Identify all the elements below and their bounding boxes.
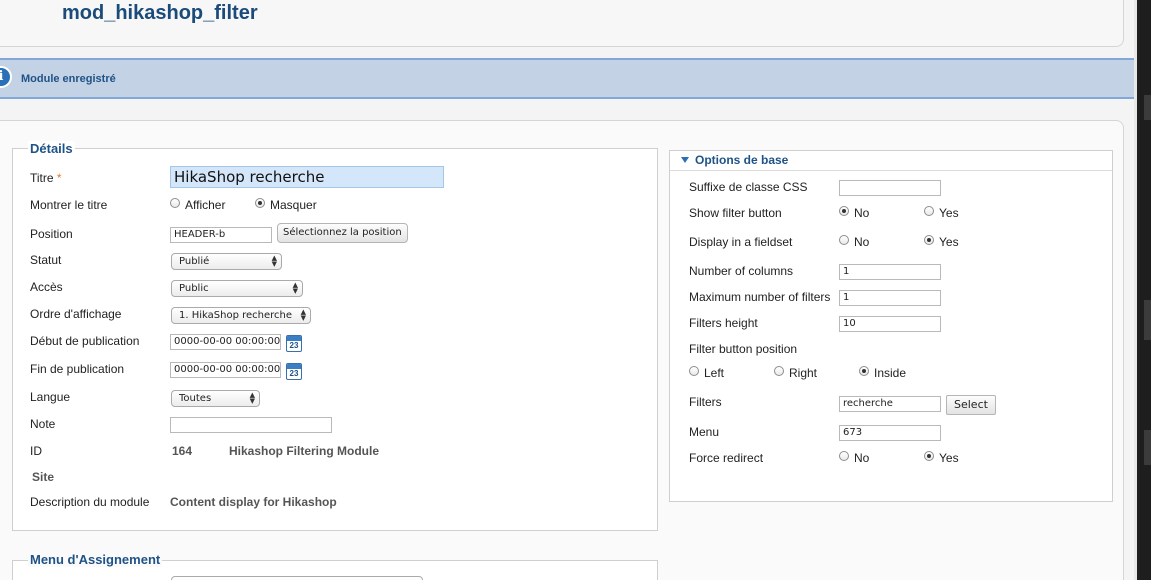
assignment-legend: Menu d'Assignement bbox=[28, 552, 163, 567]
page: mod_hikashop_filter i Module enregistré … bbox=[0, 0, 1151, 580]
info-icon: i bbox=[0, 66, 12, 88]
basic-options-title[interactable]: Options de base bbox=[695, 152, 788, 168]
position-right-radio[interactable] bbox=[774, 366, 784, 376]
description-label: Description du module bbox=[30, 495, 150, 509]
display-fieldset-label: Display in a fieldset bbox=[689, 235, 793, 249]
publish-start-label: Début de publication bbox=[30, 334, 140, 348]
language-select[interactable]: Toutes ▲ ▼ bbox=[171, 390, 260, 407]
title-label: Titre * bbox=[30, 171, 62, 185]
show-title-option-afficher: Afficher bbox=[185, 198, 226, 212]
select-arrows-icon: ▲ ▼ bbox=[271, 254, 277, 268]
filter-button-position-label: Filter button position bbox=[689, 342, 798, 356]
force-redirect-yes-radio[interactable] bbox=[924, 451, 934, 461]
order-label: Ordre d'affichage bbox=[30, 307, 122, 321]
assignment-select[interactable] bbox=[171, 576, 423, 580]
details-legend: Détails bbox=[28, 141, 75, 156]
note-input[interactable] bbox=[170, 417, 332, 433]
show-filter-button-yes-radio[interactable] bbox=[924, 206, 934, 216]
filters-select-button[interactable]: Select bbox=[946, 395, 996, 415]
position-right-label: Right bbox=[789, 366, 818, 380]
id-label: ID bbox=[30, 444, 42, 458]
columns-input[interactable]: 1 bbox=[839, 264, 941, 280]
language-select-value: Toutes bbox=[179, 393, 212, 404]
order-select-value: 1. HikaShop recherche bbox=[179, 310, 293, 321]
publish-end-label: Fin de publication bbox=[30, 362, 125, 376]
max-filters-input[interactable]: 1 bbox=[839, 290, 941, 306]
css-suffix-label: Suffixe de classe CSS bbox=[689, 180, 808, 194]
display-fieldset-no-label: No bbox=[854, 235, 870, 249]
status-label: Statut bbox=[30, 253, 62, 267]
calendar-icon[interactable]: 23 bbox=[286, 363, 302, 380]
position-inside-radio[interactable] bbox=[859, 366, 869, 376]
title-input[interactable]: HikaShop recherche bbox=[170, 166, 444, 188]
show-title-option-masquer: Masquer bbox=[270, 198, 317, 212]
filters-label: Filters bbox=[689, 395, 722, 409]
message-bar: i Module enregistré bbox=[0, 58, 1134, 99]
access-select-value: Public bbox=[179, 283, 209, 294]
display-fieldset-yes-label: Yes bbox=[939, 235, 959, 249]
show-title-radio-afficher[interactable] bbox=[170, 198, 180, 208]
position-left-radio[interactable] bbox=[689, 366, 699, 376]
show-filter-button-no-radio[interactable] bbox=[839, 206, 849, 216]
window-edge bbox=[1134, 0, 1151, 580]
select-arrows-icon: ▲ ▼ bbox=[292, 281, 298, 295]
show-filter-button-label: Show filter button bbox=[689, 206, 782, 220]
display-fieldset-yes-radio[interactable] bbox=[924, 235, 934, 245]
menu-input[interactable]: 673 bbox=[839, 425, 941, 441]
message-text: Module enregistré bbox=[21, 73, 116, 85]
position-input[interactable]: HEADER-b bbox=[170, 227, 272, 243]
show-title-label: Montrer le titre bbox=[30, 198, 108, 212]
force-redirect-no-radio[interactable] bbox=[839, 451, 849, 461]
collapse-triangle-icon[interactable] bbox=[681, 157, 689, 163]
filters-height-label: Filters height bbox=[689, 316, 758, 330]
columns-label: Number of columns bbox=[689, 264, 794, 278]
position-left-label: Left bbox=[704, 366, 725, 380]
select-position-button[interactable]: Sélectionnez la position bbox=[277, 223, 408, 243]
status-select[interactable]: Publié ▲ ▼ bbox=[171, 253, 282, 270]
language-label: Langue bbox=[30, 390, 71, 404]
show-filter-button-yes-label: Yes bbox=[939, 206, 959, 220]
position-label: Position bbox=[30, 227, 73, 241]
position-inside-label: Inside bbox=[874, 366, 907, 380]
filters-height-input[interactable]: 10 bbox=[839, 316, 941, 332]
page-title: mod_hikashop_filter bbox=[62, 2, 258, 24]
show-title-radio-masquer[interactable] bbox=[255, 198, 265, 208]
menu-label: Menu bbox=[689, 425, 720, 439]
note-label: Note bbox=[30, 417, 56, 431]
publish-end-input[interactable]: 0000-00-00 00:00:00 bbox=[170, 362, 281, 378]
max-filters-label: Maximum number of filters bbox=[689, 290, 831, 304]
access-select[interactable]: Public ▲ ▼ bbox=[171, 280, 303, 297]
description-value: Content display for Hikashop bbox=[170, 495, 337, 509]
module-name: Hikashop Filtering Module bbox=[229, 444, 380, 458]
id-value: 164 bbox=[172, 444, 193, 458]
status-select-value: Publié bbox=[179, 256, 210, 267]
show-filter-button-no-label: No bbox=[854, 206, 870, 220]
select-arrows-icon: ▲ ▼ bbox=[249, 391, 255, 405]
filters-input[interactable]: recherche bbox=[839, 396, 941, 412]
site-label: Site bbox=[32, 470, 55, 484]
calendar-icon[interactable]: 23 bbox=[286, 335, 302, 352]
display-fieldset-no-radio[interactable] bbox=[839, 235, 849, 245]
force-redirect-no-label: No bbox=[854, 451, 870, 465]
force-redirect-label: Force redirect bbox=[689, 451, 764, 465]
css-suffix-input[interactable] bbox=[839, 180, 941, 196]
force-redirect-yes-label: Yes bbox=[939, 451, 959, 465]
order-select[interactable]: 1. HikaShop recherche ▲ ▼ bbox=[171, 307, 311, 324]
select-arrows-icon: ▲ ▼ bbox=[300, 308, 306, 322]
publish-start-input[interactable]: 0000-00-00 00:00:00 bbox=[170, 334, 281, 350]
access-label: Accès bbox=[30, 280, 63, 294]
